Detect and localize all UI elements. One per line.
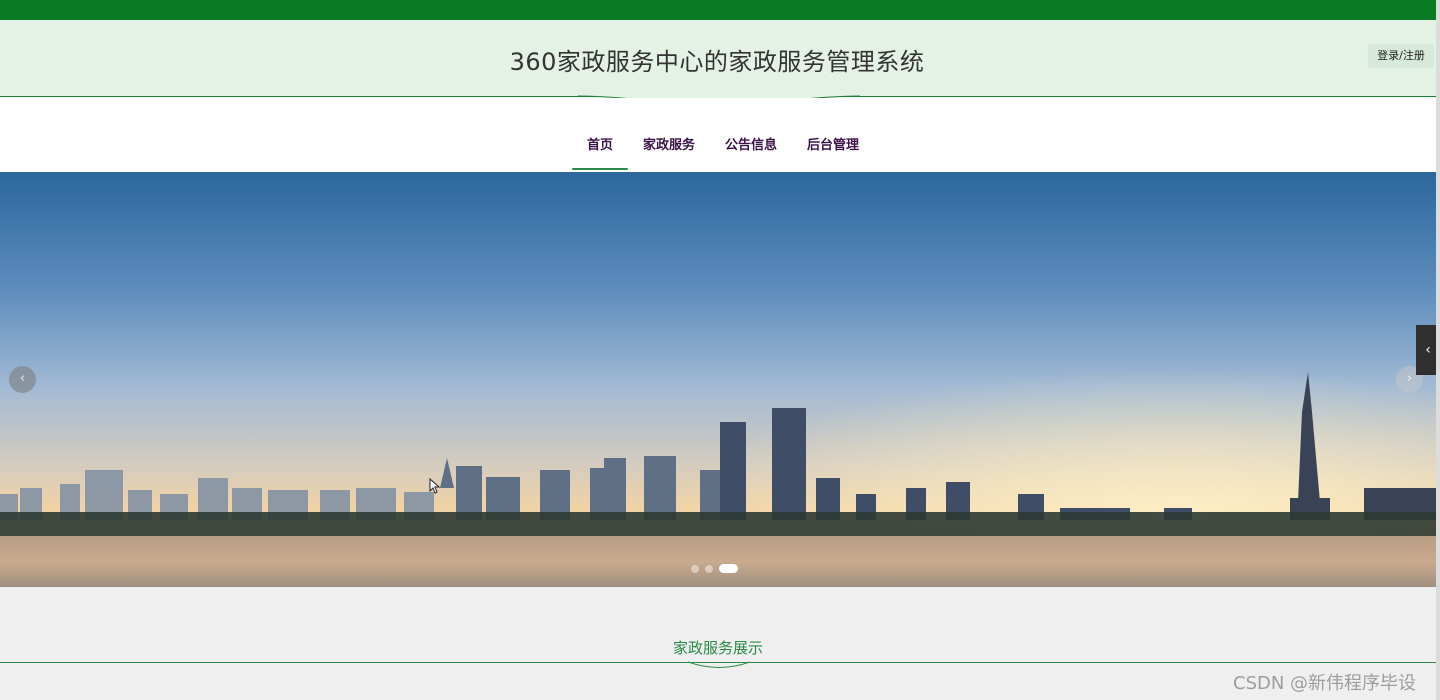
banner-carousel[interactable]: ‹ › [0, 172, 1436, 587]
nav-item-label: 后台管理 [807, 138, 860, 153]
services-section: 家政服务展示 [0, 587, 1436, 700]
site-title: 360家政服务中心的家政服务管理系统 [509, 48, 925, 76]
carousel-dot-1[interactable] [691, 564, 699, 573]
nav-item-home[interactable]: 首页 [572, 134, 629, 170]
mouse-cursor-icon [429, 478, 441, 494]
chevron-left-icon: ‹ [19, 371, 26, 386]
top-brand-strip [0, 0, 1436, 20]
csdn-watermark: CSDN @新伟程序毕设 [1233, 673, 1417, 694]
chevron-left-icon: ‹ [1425, 342, 1431, 358]
section-curve-decoration [688, 661, 750, 668]
nav-item-announcements[interactable]: 公告信息 [710, 134, 792, 170]
page-scrollbar[interactable] [1436, 0, 1440, 700]
nav-item-label: 公告信息 [725, 138, 778, 153]
nav-item-label: 家政服务 [643, 138, 696, 153]
carousel-prev-button[interactable]: ‹ [9, 366, 36, 393]
chevron-right-icon: › [1406, 371, 1413, 386]
site-header: 360家政服务中心的家政服务管理系统 登录/注册 [0, 20, 1436, 97]
nav-item-housekeeping-services[interactable]: 家政服务 [628, 134, 710, 170]
main-nav: 首页 家政服务 公告信息 后台管理 [0, 98, 1436, 172]
carousel-dot-2[interactable] [705, 564, 713, 573]
nav-item-admin[interactable]: 后台管理 [792, 134, 874, 170]
carousel-indicators [691, 564, 738, 573]
nav-item-label: 首页 [587, 138, 614, 153]
login-register-button[interactable]: 登录/注册 [1368, 44, 1434, 68]
section-title: 家政服务展示 [672, 639, 763, 657]
city-skyline-image [0, 172, 1436, 587]
carousel-dot-3-active[interactable] [719, 564, 738, 573]
